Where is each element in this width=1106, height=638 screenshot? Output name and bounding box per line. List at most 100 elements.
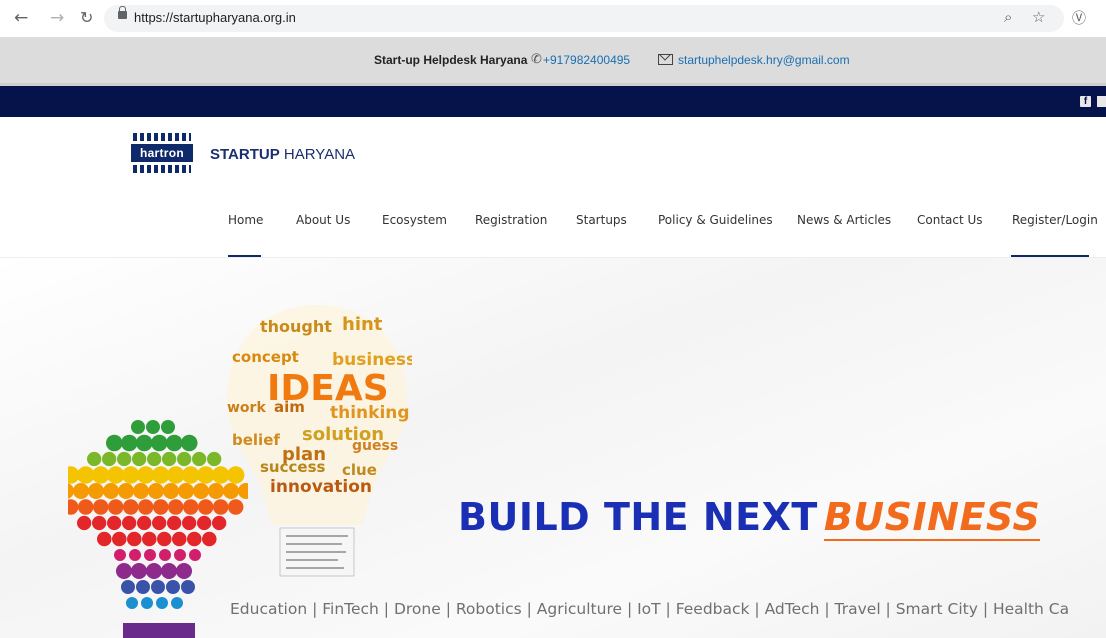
bulb-color-dot: [78, 499, 94, 515]
reload-icon[interactable]: ↻: [80, 8, 93, 28]
nav-registration[interactable]: Registration: [475, 213, 547, 227]
bulb-color-dot: [137, 515, 152, 531]
brand-name[interactable]: STARTUP HARYANA: [210, 146, 355, 163]
bulb-color-dot: [167, 515, 182, 531]
bulb-color-dot: [238, 483, 248, 499]
forward-arrow-icon[interactable]: →: [50, 8, 64, 28]
bulb-color-dot: [208, 483, 224, 499]
bulb-color-dot: [197, 466, 215, 484]
bulb-color-dot: [181, 434, 198, 452]
bulb-color-dot: [192, 451, 207, 467]
bulb-color-dot: [212, 466, 230, 484]
bulb-color-dot: [151, 580, 165, 594]
bulb-color-dot: [176, 563, 192, 579]
bulb-color-dot: [118, 483, 134, 499]
bulb-color-dot: [132, 451, 147, 467]
bulb-color-dot: [73, 483, 89, 499]
bulb-color-dot: [177, 451, 192, 467]
helpdesk-phone-link[interactable]: +917982400495: [543, 53, 630, 67]
bulb-color-dot: [161, 420, 175, 434]
bulb-word: work: [227, 400, 266, 416]
bulb-color-dot: [144, 549, 156, 561]
url-text: https://startupharyana.org.in: [134, 10, 296, 25]
bulb-word: business: [332, 350, 412, 370]
bulb-color-dot: [213, 499, 229, 515]
bulb-color-dot: [172, 531, 187, 547]
bulb-color-dot: [174, 549, 186, 561]
bulb-color-dot: [193, 483, 209, 499]
bulb-color-icons: [68, 420, 248, 609]
bulb-color-dot: [131, 420, 145, 434]
bulb-color-dot: [122, 515, 137, 531]
bulb-color-dot: [146, 420, 160, 434]
social-icon[interactable]: [1097, 96, 1106, 107]
bulb-color-dot: [121, 434, 138, 452]
bulb-word: hint: [342, 314, 383, 335]
bulb-color-dot: [93, 499, 109, 515]
bulb-color-dot: [157, 531, 172, 547]
bulb-color-dot: [207, 451, 222, 467]
nav-news-articles[interactable]: News & Articles: [797, 213, 891, 227]
bulb-color-dot: [122, 466, 140, 484]
helpdesk-title: Start-up Helpdesk Haryana: [374, 53, 528, 67]
bulb-color-dot: [121, 580, 135, 594]
nav-contact-us[interactable]: Contact Us: [917, 213, 983, 227]
extension-icon[interactable]: Ⓥ: [1072, 9, 1086, 29]
bulb-color-dot: [166, 580, 180, 594]
nav-policy-guidelines[interactable]: Policy & Guidelines: [658, 213, 773, 227]
bulb-color-dot: [103, 483, 119, 499]
bulb-color-dot: [131, 563, 147, 579]
bulb-color-dot: [189, 549, 201, 561]
browser-toolbar: ← → ↻ https://startupharyana.org.in ⌕ ☆ …: [0, 0, 1106, 38]
bulb-color-dot: [136, 580, 150, 594]
bulb-color-dot: [178, 483, 194, 499]
address-bar[interactable]: https://startupharyana.org.in ⌕ ☆: [104, 5, 1064, 32]
hero-headline-main: BUILD THE NEXT: [458, 495, 818, 539]
hartron-logo[interactable]: hartron: [131, 133, 195, 177]
helpdesk-email-link[interactable]: startuphelpdesk.hry@gmail.com: [678, 53, 850, 67]
bulb-color-dot: [133, 483, 149, 499]
bulb-color-dot: [163, 483, 179, 499]
brand-name-rest: HARYANA: [279, 146, 356, 163]
nav-about-us[interactable]: About Us: [296, 213, 350, 227]
bulb-color-dot: [181, 580, 195, 594]
star-icon[interactable]: ☆: [1032, 8, 1045, 26]
icons-bulb-illustration: [68, 420, 248, 638]
facebook-icon[interactable]: f: [1080, 96, 1091, 107]
bulb-color-dot: [148, 483, 164, 499]
nav-ecosystem[interactable]: Ecosystem: [382, 213, 447, 227]
bulb-color-dot: [87, 451, 102, 467]
bulb-color-dot: [146, 563, 162, 579]
bulb-color-dot: [123, 499, 139, 515]
nav-startups[interactable]: Startups: [576, 213, 627, 227]
lock-icon: [118, 6, 127, 19]
helpdesk-bar: Start-up Helpdesk Haryana ✆ +91798240049…: [0, 37, 1106, 86]
bulb-color-dot: [126, 597, 138, 609]
bulb-color-dot: [141, 597, 153, 609]
hero-sectors: Education | FinTech | Drone | Robotics |…: [230, 600, 1070, 618]
brand-name-bold: STARTUP: [210, 146, 280, 163]
logo-text: hartron: [131, 144, 193, 162]
bulb-color-dot: [68, 499, 79, 515]
bulb-color-dot: [112, 531, 127, 547]
bulb-color-dot: [223, 483, 239, 499]
bulb-color-dot: [142, 531, 157, 547]
bulb-color-dot: [102, 451, 117, 467]
bulb-color-dot: [114, 549, 126, 561]
back-arrow-icon[interactable]: ←: [14, 8, 28, 28]
bulb-color-dot: [106, 434, 123, 452]
bulb-color-dot: [228, 499, 244, 515]
bulb-color-dot: [136, 434, 153, 452]
bulb-word: innovation: [270, 477, 372, 497]
bulb-color-dot: [107, 466, 125, 484]
bulb-word: guess: [352, 438, 398, 454]
bulb-color-dot: [151, 434, 168, 452]
zoom-icon[interactable]: ⌕: [1004, 8, 1012, 26]
bulb-color-dot: [97, 531, 112, 547]
bulb-color-dot: [198, 499, 214, 515]
bulb-color-dot: [92, 466, 110, 484]
nav-home[interactable]: Home: [228, 213, 263, 227]
nav-register-login[interactable]: Register/Login: [1012, 213, 1098, 227]
bulb-color-dot: [77, 515, 92, 531]
bulb-color-dot: [161, 563, 177, 579]
